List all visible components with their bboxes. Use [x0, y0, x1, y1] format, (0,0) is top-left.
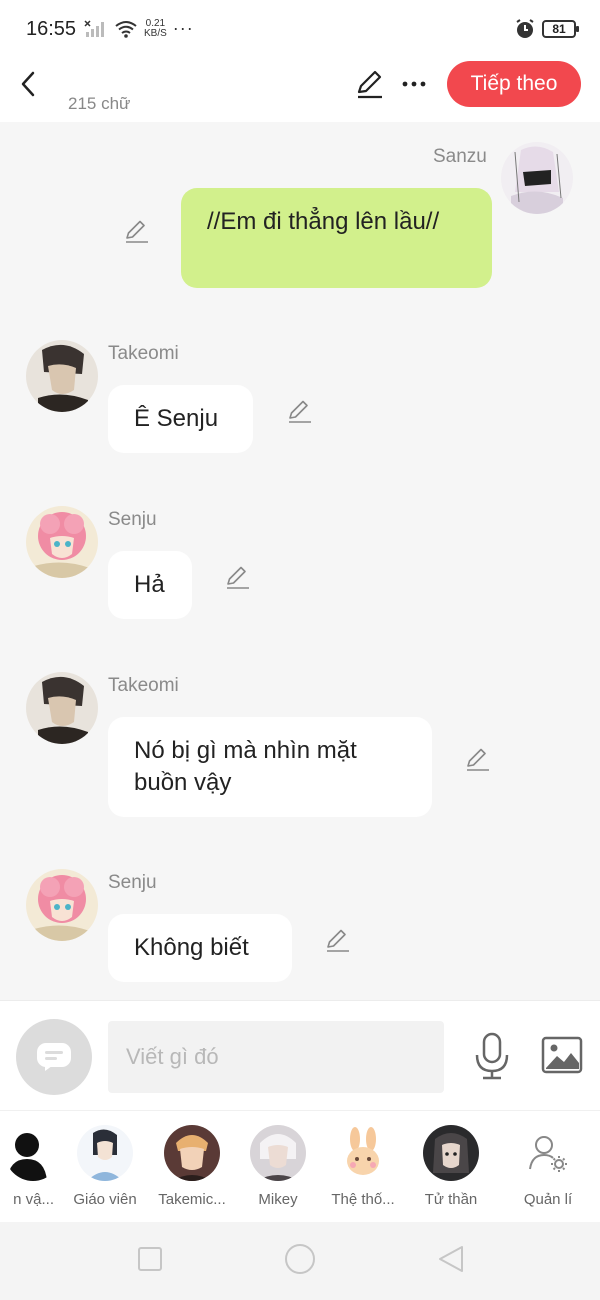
- system-nav-bar: [0, 1222, 600, 1300]
- character-avatar: [423, 1125, 479, 1181]
- avatar-death-image: [423, 1125, 479, 1181]
- pencil-icon: [357, 70, 382, 99]
- status-time: 16:55: [26, 18, 77, 40]
- character-name: Mikey: [258, 1191, 298, 1208]
- character-avatar: [520, 1125, 576, 1181]
- pencil-icon: [227, 566, 249, 589]
- character-name: Quản lí: [523, 1191, 573, 1208]
- sender-name: Sanzu: [433, 146, 487, 167]
- status-bar: 16:55 0.21 KB/S ··· 81: [0, 0, 600, 58]
- edit-message-button[interactable]: [323, 926, 351, 954]
- character-item[interactable]: Thệ thố...: [318, 1125, 408, 1215]
- microphone-icon: [475, 1032, 509, 1080]
- pencil-icon: [327, 929, 349, 952]
- image-icon: [541, 1036, 583, 1074]
- message-input[interactable]: [108, 1021, 444, 1093]
- message-bubble[interactable]: //Em đi thẳng lên lầu//: [181, 188, 492, 288]
- silhouette-icon: [5, 1125, 61, 1181]
- character-name: Takemic...: [158, 1191, 226, 1208]
- composer-bar: [0, 1000, 600, 1110]
- insert-image-button[interactable]: [541, 1035, 583, 1075]
- status-right-icons: 81: [514, 18, 579, 40]
- avatar-bunny-image: [335, 1125, 391, 1181]
- edit-message-button[interactable]: [122, 217, 150, 245]
- character-avatar: [164, 1125, 220, 1181]
- pencil-icon: [467, 748, 489, 771]
- character-item[interactable]: Tử thần: [406, 1125, 496, 1215]
- character-name: Tử thần: [424, 1191, 478, 1208]
- word-count: 215 chữ: [68, 94, 131, 113]
- avatar[interactable]: [26, 672, 98, 744]
- pencil-icon: [289, 400, 311, 423]
- character-avatar: [5, 1125, 61, 1181]
- sender-name: Takeomi: [108, 675, 179, 696]
- avatar-takemichi-image: [164, 1125, 220, 1181]
- network-speed: 0.21 KB/S: [144, 17, 167, 39]
- voice-input-button[interactable]: [472, 1031, 512, 1081]
- edit-message-button[interactable]: [463, 745, 491, 773]
- avatar-takeomi-image: [26, 672, 98, 744]
- wifi-icon: [115, 20, 137, 38]
- recent-apps-button[interactable]: [138, 1247, 162, 1271]
- system-back-button[interactable]: [436, 1244, 466, 1274]
- message-bubble[interactable]: Ê Senju: [108, 385, 253, 453]
- triangle-back-icon: [439, 1246, 463, 1272]
- character-item[interactable]: Quản lí: [503, 1125, 593, 1215]
- message-bubble[interactable]: Nó bị gì mà nhìn mặt buồn vậy: [108, 717, 432, 817]
- character-item[interactable]: Mikey: [233, 1125, 323, 1215]
- character-item[interactable]: Takemic...: [147, 1125, 237, 1215]
- message-type-button[interactable]: [16, 1019, 92, 1095]
- character-avatar: [335, 1125, 391, 1181]
- character-avatar: [250, 1125, 306, 1181]
- chat-area[interactable]: Sanzu //Em đi thẳng lên lầu// Takeomi Ê …: [0, 122, 600, 1000]
- message-bubble[interactable]: Không biết: [108, 914, 292, 982]
- character-item[interactable]: Giáo viên: [60, 1125, 150, 1215]
- avatar-takeomi-image: [26, 340, 98, 412]
- next-button[interactable]: Tiếp theo: [447, 61, 581, 107]
- sender-name: Senju: [108, 509, 157, 530]
- battery-indicator: 81: [542, 20, 579, 38]
- character-name: Giáo viên: [73, 1191, 137, 1208]
- message-bubble[interactable]: Hả: [108, 551, 192, 619]
- editor-header: 215 chữ Tiếp theo: [0, 58, 600, 122]
- status-left-icons: 0.21 KB/S ···: [84, 18, 194, 39]
- sender-name: Senju: [108, 872, 157, 893]
- avatar-senju-image: [26, 869, 98, 941]
- avatar[interactable]: [501, 142, 573, 214]
- character-bar: n vậ... Giáo viên Takemic... Mikey Thệ t…: [0, 1110, 600, 1222]
- more-options-button[interactable]: [400, 68, 428, 100]
- character-avatar: [77, 1125, 133, 1181]
- edit-button[interactable]: [353, 68, 385, 100]
- home-button[interactable]: [285, 1244, 315, 1274]
- avatar[interactable]: [26, 340, 98, 412]
- avatar-teacher-image: [77, 1125, 133, 1181]
- avatar[interactable]: [26, 869, 98, 941]
- character-name: Thệ thố...: [331, 1191, 395, 1208]
- signal-off-icon: [84, 19, 104, 37]
- avatar-mikey-image: [250, 1125, 306, 1181]
- edit-message-button[interactable]: [285, 397, 313, 425]
- chat-bubble-icon: [37, 1043, 71, 1071]
- alarm-icon: [516, 19, 534, 38]
- pencil-icon: [126, 220, 148, 243]
- avatar[interactable]: [26, 506, 98, 578]
- user-settings-icon: [529, 1136, 567, 1172]
- avatar-sanzu-image: [501, 142, 573, 214]
- chevron-left-icon: [21, 71, 35, 97]
- more-notifications-icon: ···: [172, 18, 194, 38]
- sender-name: Takeomi: [108, 343, 179, 364]
- more-horizontal-icon: [402, 81, 426, 87]
- edit-message-button[interactable]: [223, 563, 251, 591]
- avatar-senju-image: [26, 506, 98, 578]
- back-button[interactable]: [14, 66, 42, 102]
